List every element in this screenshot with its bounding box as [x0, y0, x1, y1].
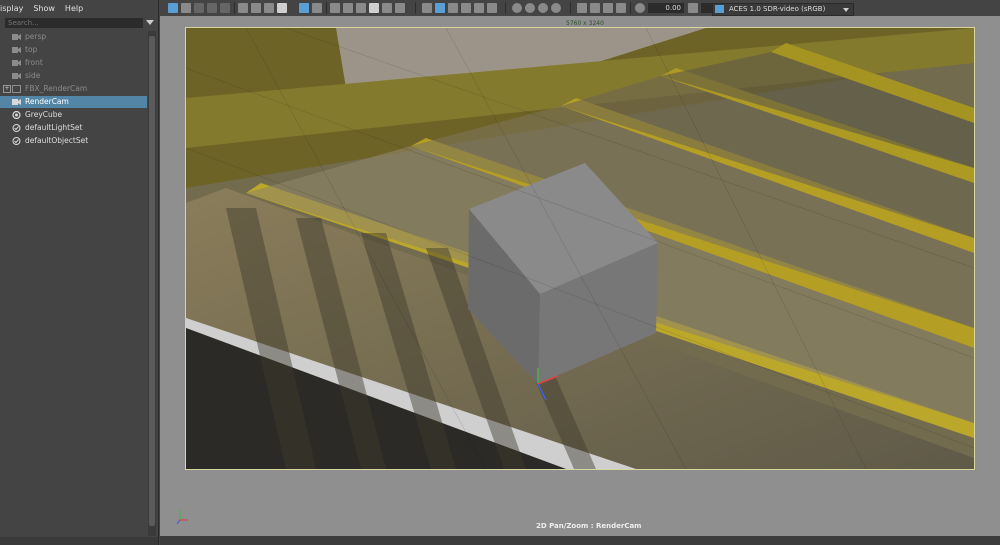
camera-icon [12, 72, 21, 80]
exposure-field[interactable]: 0.00 [648, 3, 684, 13]
hud-icon[interactable] [577, 3, 587, 13]
exposure-icon[interactable] [635, 3, 645, 13]
isolate-select-icon[interactable] [435, 3, 445, 13]
bookmark-icon[interactable] [207, 3, 217, 13]
motion-blur-icon[interactable] [525, 3, 535, 13]
toolbar-separator [326, 2, 327, 14]
toolbar-separator [630, 2, 631, 14]
camera-attributes-icon[interactable] [194, 3, 204, 13]
toolbar-separator [570, 2, 571, 14]
resolution-gate-icon[interactable] [251, 3, 261, 13]
camera-icon [12, 59, 21, 67]
toolbar-separator [505, 2, 506, 14]
menu-help[interactable]: Help [65, 4, 83, 13]
chevron-down-icon [843, 8, 849, 12]
color-space-select[interactable]: ACES 1.0 SDR-video (sRGB) [712, 3, 854, 16]
outliner-item[interactable]: defaultObjectSet [0, 135, 147, 147]
search-input[interactable] [5, 18, 143, 28]
gate-mask-icon[interactable] [264, 3, 274, 13]
sun-light-icon[interactable] [487, 3, 497, 13]
scrollbar-thumb[interactable] [149, 36, 155, 526]
expand-plus-icon[interactable]: + [3, 85, 11, 93]
disable-hud-icon[interactable] [616, 3, 626, 13]
render-gate-image [185, 27, 975, 470]
menu-show[interactable]: Show [33, 4, 55, 13]
use-lights-icon[interactable] [382, 3, 392, 13]
search-options-chevron-down-icon[interactable] [146, 20, 154, 25]
cube-icon[interactable] [422, 3, 432, 13]
select-camera-icon[interactable] [168, 3, 178, 13]
view-axis-icon [176, 510, 188, 525]
smooth-shade-icon[interactable] [356, 3, 366, 13]
outliner-item-label: GreyCube [25, 110, 63, 119]
wireframe-icon[interactable] [343, 3, 353, 13]
outliner-item-label: defaultLightSet [25, 123, 83, 132]
outliner-item-label: FBX_RenderCam [25, 84, 88, 93]
color-space-label: ACES 1.0 SDR-video (sRGB) [729, 5, 826, 13]
menu-display[interactable]: isplay [0, 4, 23, 13]
search-row [0, 17, 156, 29]
outliner-vertical-scrollbar[interactable] [148, 31, 156, 536]
toolbar-separator [234, 2, 235, 14]
outliner-item-label: side [25, 71, 41, 80]
outliner-item[interactable]: + FBX_RenderCam [0, 83, 147, 95]
outliner-item-label: persp [25, 32, 47, 41]
resolution-label: 5760 x 3240 [566, 20, 604, 27]
group-icon [12, 85, 21, 93]
bottom-status-bar [160, 536, 1000, 545]
field-chart-icon[interactable] [277, 3, 287, 13]
lock-camera-icon[interactable] [181, 3, 191, 13]
outliner-horizontal-scrollbar[interactable] [0, 537, 158, 545]
outliner-item[interactable]: top [0, 44, 147, 56]
viewport-toolbar: 0.00 1.00 ACES 1.0 SDR-video (sRGB) [160, 0, 1000, 16]
outliner-item[interactable]: side [0, 70, 147, 82]
pan-zoom-icon[interactable] [603, 3, 613, 13]
outliner-item[interactable]: defaultLightSet [0, 122, 147, 134]
ambient-occlusion-icon[interactable] [512, 3, 522, 13]
hud-label: 2D Pan/Zoom : RenderCam [536, 522, 642, 530]
depth-of-field-icon[interactable] [551, 3, 561, 13]
grid-icon[interactable] [330, 3, 340, 13]
outliner-item[interactable]: front [0, 57, 147, 69]
grease-pencil-icon[interactable] [590, 3, 600, 13]
viewport[interactable]: 5760 x 3240 2D Pan/Zoom: RenderCam [160, 16, 1000, 536]
set-icon [12, 124, 21, 132]
backface-icon[interactable] [474, 3, 484, 13]
outliner-item[interactable]: GreyCube [0, 109, 147, 121]
image-plane-icon[interactable] [220, 3, 230, 13]
multisample-icon[interactable] [538, 3, 548, 13]
textured-icon[interactable] [369, 3, 379, 13]
camera-icon [12, 33, 21, 41]
film-gate-icon[interactable] [238, 3, 248, 13]
outliner-tree: persp top front side + FBX_RenderCam RenderCam… [0, 31, 147, 536]
outliner-item-label: RenderCam [25, 97, 69, 106]
camera-icon [12, 98, 21, 106]
safe-title-icon[interactable] [312, 3, 322, 13]
safe-action-icon[interactable] [299, 3, 309, 13]
toolbar-separator [415, 2, 416, 14]
gamma-icon[interactable] [688, 3, 698, 13]
mesh-icon [12, 110, 21, 120]
set-icon [12, 137, 21, 145]
color-management-icon [715, 5, 724, 13]
xray-joints-icon[interactable] [461, 3, 471, 13]
outliner-item[interactable]: persp [0, 31, 147, 43]
outliner-item-label: top [25, 45, 38, 54]
xray-icon[interactable] [448, 3, 458, 13]
outliner-menubar: isplay Show Help [0, 0, 158, 16]
outliner-panel: isplay Show Help persp top front side + FBX_R… [0, 0, 159, 545]
shadows-icon[interactable] [395, 3, 405, 13]
outliner-item[interactable]: RenderCam [0, 96, 147, 108]
camera-icon [12, 46, 21, 54]
outliner-item-label: front [25, 58, 43, 67]
render-scene [186, 28, 974, 469]
outliner-item-label: defaultObjectSet [25, 136, 89, 145]
